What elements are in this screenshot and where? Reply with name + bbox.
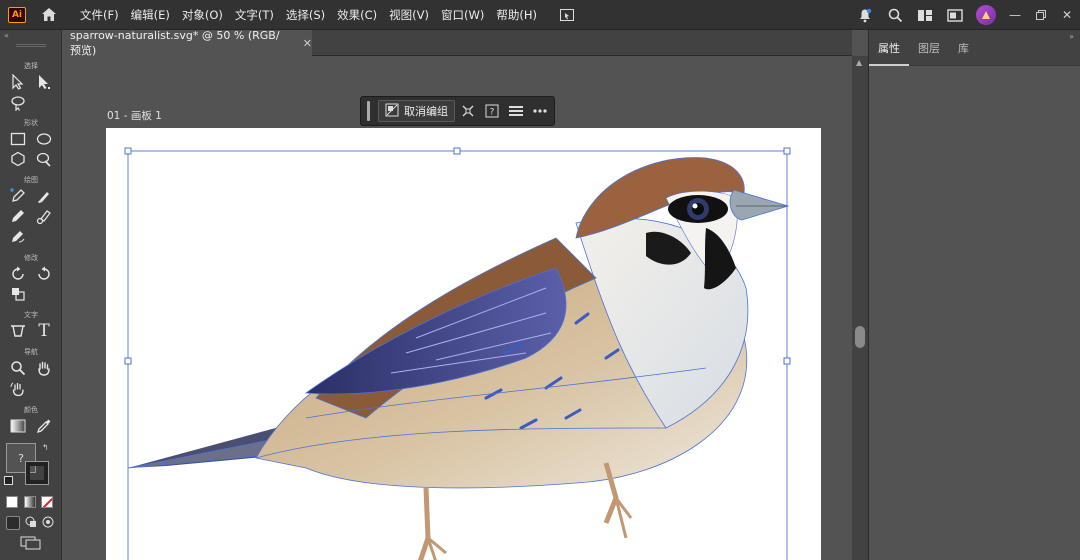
restore-icon[interactable] (1028, 0, 1054, 30)
close-tab-icon[interactable]: ✕ (303, 37, 312, 50)
help-icon[interactable]: ? (481, 100, 503, 122)
draw-inside-icon[interactable] (42, 516, 54, 528)
menu-object[interactable]: 对象(O) (182, 7, 223, 23)
gradient-mode-icon[interactable] (24, 496, 36, 508)
blob-brush-tool-icon[interactable] (33, 206, 55, 226)
ungroup-button[interactable]: 取消编组 (378, 100, 455, 122)
toolbar-grip[interactable] (15, 44, 46, 47)
pen-tool-icon[interactable] (7, 186, 29, 206)
contextual-task-bar: 取消编组 ? (360, 96, 555, 126)
workspace-switcher-icon[interactable] (910, 0, 940, 30)
menu-edit[interactable]: 编辑(E) (131, 7, 170, 23)
tab-libraries[interactable]: 库 (949, 40, 978, 56)
scroll-up-icon[interactable]: ▲ (856, 58, 862, 67)
curvature-tool-icon[interactable] (7, 226, 29, 246)
tab-properties[interactable]: 属性 (869, 30, 909, 66)
direct-selection-tool-icon[interactable] (33, 72, 55, 92)
lasso-tool-icon[interactable] (7, 93, 29, 113)
type-tool-icon[interactable]: T (33, 321, 55, 341)
ungroup-label: 取消编组 (404, 105, 448, 118)
gradient-tool-icon[interactable] (7, 416, 29, 436)
none-mode-icon[interactable] (41, 496, 53, 508)
rotate-view-tool-icon[interactable] (7, 379, 29, 399)
shape-builder-tool-icon[interactable] (7, 284, 29, 304)
ellipse-tool-icon[interactable] (33, 129, 55, 149)
section-label-color: 颜色 (24, 406, 38, 414)
draw-behind-icon[interactable] (25, 516, 37, 528)
screen-mode-icon[interactable] (940, 0, 970, 30)
polygon-tool-icon[interactable] (7, 149, 29, 169)
color-mode-icon[interactable] (6, 496, 18, 508)
pencil-tool-icon[interactable] (7, 206, 29, 226)
stroke-swatch[interactable] (25, 461, 49, 485)
warp-tool-icon[interactable] (33, 264, 55, 284)
section-label-type: 文字 (24, 311, 38, 319)
app-logo: Ai (8, 6, 26, 23)
tools-panel: « 选择 形状 绘图 修改 文字 T 导航 颜色 ? ↰ (0, 30, 62, 560)
hand-tool-icon[interactable] (33, 358, 55, 378)
menu-view[interactable]: 视图(V) (389, 7, 429, 23)
rectangle-tool-icon[interactable] (7, 129, 29, 149)
home-icon[interactable] (40, 6, 58, 24)
arrange-documents-icon[interactable] (559, 7, 575, 23)
task-bar-grip[interactable] (367, 101, 370, 121)
menu-window[interactable]: 窗口(W) (441, 7, 484, 23)
zoom-tool-icon[interactable] (7, 358, 29, 378)
menu-select[interactable]: 选择(S) (286, 7, 325, 23)
screen-mode-tool-icon[interactable] (20, 536, 42, 550)
menu-help[interactable]: 帮助(H) (496, 7, 537, 23)
toolbar-collapse-icon[interactable]: « (0, 30, 61, 42)
minimize-icon[interactable]: — (1002, 0, 1028, 30)
artboard[interactable] (106, 128, 821, 560)
user-avatar[interactable] (976, 5, 996, 25)
menu-effect[interactable]: 效果(C) (337, 7, 377, 23)
menu-bar: Ai 文件(F) 编辑(E) 对象(O) 文字(T) 选择(S) 效果(C) 视… (0, 0, 1080, 30)
sparrow-illustration[interactable] (106, 128, 821, 560)
scroll-thumb[interactable] (855, 326, 865, 348)
menu-file[interactable]: 文件(F) (80, 7, 119, 23)
svg-text:?: ? (490, 108, 495, 118)
document-tab-bar: sparrow-naturalist.svg* @ 50 % (RGB/预览) … (62, 28, 852, 57)
rotate-tool-icon[interactable] (7, 264, 29, 284)
isolate-group-icon[interactable] (457, 100, 479, 122)
menu-lines-icon[interactable] (505, 100, 527, 122)
search-icon[interactable] (880, 0, 910, 30)
tab-layers[interactable]: 图层 (909, 40, 949, 56)
ungroup-icon (385, 103, 399, 120)
document-tab-title: sparrow-naturalist.svg* @ 50 % (RGB/预览) (70, 28, 280, 57)
vertical-scrollbar[interactable]: ▲ (852, 56, 868, 560)
menu-type[interactable]: 文字(T) (235, 7, 274, 23)
properties-panel: 属性 图层 库 » (868, 30, 1080, 560)
default-colors-icon[interactable] (4, 476, 13, 485)
section-label-draw: 绘图 (24, 176, 38, 184)
artboard-name: 01 - 画板 1 (107, 110, 162, 122)
swap-colors-icon[interactable]: ↰ (42, 443, 49, 452)
document-tab[interactable]: sparrow-naturalist.svg* @ 50 % (RGB/预览) … (62, 28, 312, 57)
notification-bell-icon[interactable] (850, 0, 880, 30)
panel-tabs: 属性 图层 库 (869, 30, 1080, 66)
eyedropper-tool-icon[interactable] (33, 416, 55, 436)
close-window-icon[interactable]: ✕ (1054, 0, 1080, 30)
panel-collapse-icon[interactable]: » (1069, 32, 1074, 41)
section-label-modify: 修改 (24, 254, 38, 262)
section-label-shape: 形状 (24, 119, 38, 127)
canvas-area[interactable]: 01 - 画板 1 取消编组 ? (62, 56, 852, 560)
more-options-icon[interactable] (529, 100, 551, 122)
puppet-warp-tool-icon[interactable] (7, 321, 29, 341)
paintbrush-tool-icon[interactable] (33, 186, 55, 206)
selection-tool-icon[interactable] (7, 72, 29, 92)
section-label-navigate: 导航 (24, 348, 38, 356)
main-menu: 文件(F) 编辑(E) 对象(O) 文字(T) 选择(S) 效果(C) 视图(V… (80, 7, 549, 23)
draw-normal-icon[interactable] (6, 516, 20, 530)
shaper-tool-icon[interactable] (33, 149, 55, 169)
section-label-select: 选择 (24, 62, 38, 70)
